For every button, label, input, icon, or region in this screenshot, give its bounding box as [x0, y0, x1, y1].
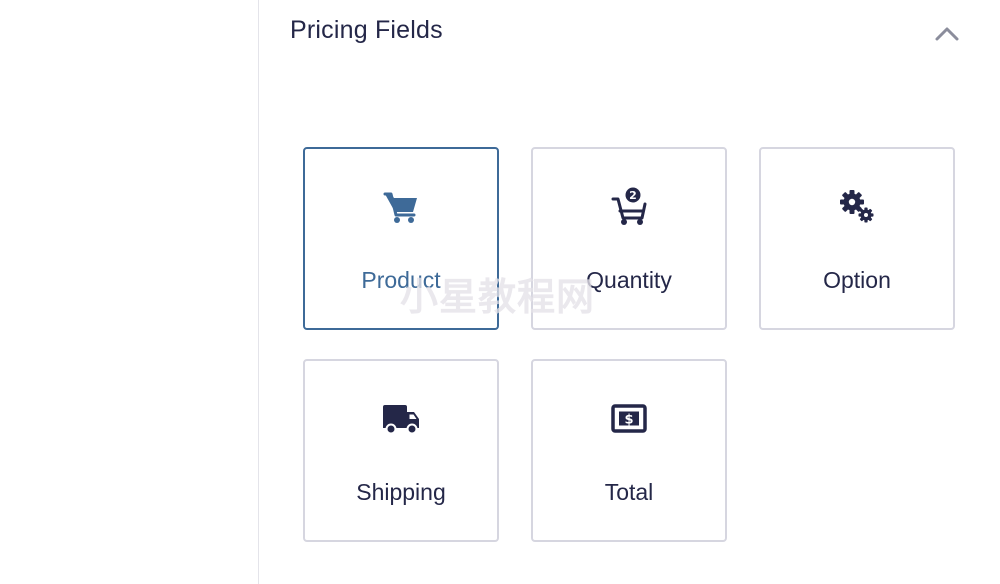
field-card-label: Quantity: [586, 267, 672, 293]
collapse-toggle-button[interactable]: [932, 20, 962, 46]
field-card-total[interactable]: $ Total: [531, 359, 727, 542]
field-card-quantity[interactable]: 2 Quantity: [531, 147, 727, 330]
section-title: Pricing Fields: [290, 16, 443, 44]
field-card-product[interactable]: Product: [303, 147, 499, 330]
cart-quantity-icon: 2: [533, 187, 725, 227]
left-pane: [0, 0, 258, 584]
svg-text:$: $: [624, 413, 633, 428]
field-card-label: Option: [823, 267, 891, 293]
field-card-shipping[interactable]: Shipping: [303, 359, 499, 542]
shopping-cart-icon: [305, 187, 497, 227]
quantity-badge: 2: [629, 189, 637, 202]
field-card-label: Product: [361, 267, 441, 293]
gears-icon: [761, 187, 953, 227]
field-card-label: Total: [604, 479, 654, 505]
chevron-up-icon: [935, 27, 959, 41]
pricing-fields-panel: Pricing Fields Product 2 Quantity Option…: [259, 0, 1000, 584]
field-card-option[interactable]: Option: [759, 147, 955, 330]
truck-icon: [305, 399, 497, 439]
field-card-label: Shipping: [356, 479, 446, 505]
money-bill-icon: $: [533, 399, 725, 439]
